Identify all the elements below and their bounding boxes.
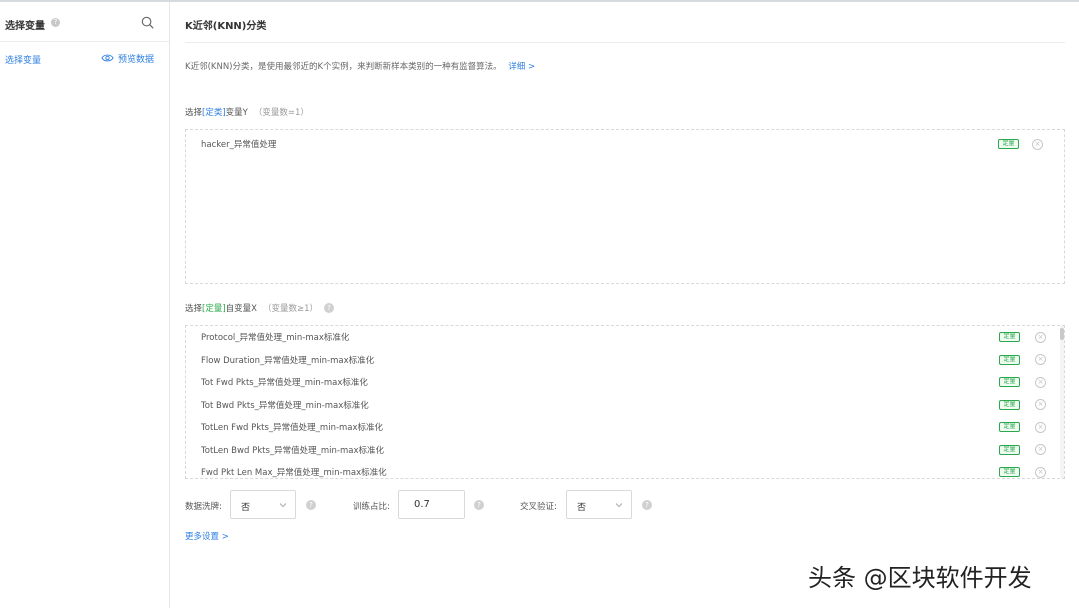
train-ratio-input[interactable]: 0.7: [398, 490, 465, 519]
x-variable-dropzone[interactable]: Protocol_异常值处理_min-max标准化 定量 × Flow Dura…: [185, 325, 1065, 479]
eye-icon: [101, 54, 114, 62]
chevron-down-icon: [279, 503, 287, 508]
remove-icon[interactable]: ×: [1035, 466, 1046, 478]
train-ratio-label: 训练占比:: [353, 502, 390, 512]
y-section-label: 选择 [定类] 变量Y （变量数=1）: [185, 106, 309, 118]
x-prefix: 选择: [185, 304, 203, 314]
variable-name: hacker_异常值处理: [201, 140, 277, 151]
remove-icon[interactable]: ×: [1035, 444, 1046, 456]
y-variable-dropzone[interactable]: hacker_异常值处理 定量 ×: [185, 129, 1065, 284]
list-item: hacker_异常值处理 定量 ×: [186, 133, 1064, 156]
list-item: Protocol_异常值处理_min-max标准化 定量 ×: [186, 326, 1064, 349]
quantitative-badge: 定量: [998, 139, 1019, 150]
quantitative-badge: 定量: [999, 399, 1020, 410]
scrollbar-thumb[interactable]: [1060, 328, 1064, 340]
x-section-label: 选择 [定量] 自变量X （变量数≥1） ?: [185, 302, 335, 314]
cross-validation-help-icon[interactable]: ?: [642, 500, 652, 510]
main-panel: K近邻(KNN)分类 K近邻(KNN)分类，是使用最邻近的K个实例，来判断新样本…: [170, 2, 1079, 608]
cross-validation-label: 交叉验证:: [520, 502, 557, 512]
remove-icon[interactable]: ×: [1035, 421, 1046, 433]
y-count: （变量数=1）: [253, 108, 309, 118]
more-settings-link[interactable]: 更多设置 >: [185, 530, 229, 542]
quantitative-badge: 定量: [999, 377, 1020, 388]
list-item: TotLen Fwd Pkts_异常值处理_min-max标准化 定量 ×: [186, 416, 1064, 439]
quantitative-badge: 定量: [999, 422, 1020, 433]
chevron-down-icon: [615, 503, 623, 508]
list-item: TotLen Bwd Pkts_异常值处理_min-max标准化 定量 ×: [186, 439, 1064, 462]
variable-name: TotLen Fwd Pkts_异常值处理_min-max标准化: [201, 423, 384, 434]
preview-data-label: 预览数据: [118, 54, 155, 65]
remove-icon[interactable]: ×: [1035, 376, 1046, 388]
x-label: 自变量X: [225, 304, 257, 314]
variable-sidebar: 选择变量 ? 选择变量 预览数据: [0, 2, 170, 608]
preview-data-button[interactable]: 预览数据: [101, 52, 155, 65]
sidebar-help-icon[interactable]: ?: [51, 18, 60, 27]
quantitative-badge: 定量: [999, 444, 1020, 455]
variable-name: Tot Fwd Pkts_异常值处理_min-max标准化: [201, 378, 368, 389]
shuffle-value: 否: [241, 503, 251, 513]
y-type-tag: [定类]: [202, 108, 226, 118]
train-ratio-help-icon[interactable]: ?: [474, 500, 484, 510]
quantitative-badge: 定量: [999, 354, 1020, 365]
variable-name: Protocol_异常值处理_min-max标准化: [201, 333, 350, 344]
page-title: K近邻(KNN)分类: [185, 21, 267, 32]
quantitative-badge: 定量: [999, 332, 1020, 343]
list-item: Flow Duration_异常值处理_min-max标准化 定量 ×: [186, 349, 1064, 372]
x-type-tag: [定量]: [202, 304, 226, 314]
variable-name: Tot Bwd Pkts_异常值处理_min-max标准化: [201, 400, 369, 411]
cross-validation-select[interactable]: 否: [566, 490, 632, 519]
variable-name: Fwd Pkt Len Max_异常值处理_min-max标准化: [201, 468, 387, 479]
tab-select-variables[interactable]: 选择变量: [5, 53, 41, 66]
remove-icon[interactable]: ×: [1035, 354, 1046, 366]
x-count: （变量数≥1）: [262, 304, 319, 314]
remove-icon[interactable]: ×: [1032, 138, 1043, 150]
list-item: Tot Bwd Pkts_异常值处理_min-max标准化 定量 ×: [186, 394, 1064, 417]
remove-icon[interactable]: ×: [1035, 399, 1046, 411]
variable-name: Flow Duration_异常值处理_min-max标准化: [201, 355, 375, 366]
remove-icon[interactable]: ×: [1035, 331, 1046, 343]
list-scrollbar[interactable]: [1060, 326, 1064, 478]
x-help-icon[interactable]: ?: [324, 303, 335, 313]
detail-link[interactable]: 详细 >: [508, 62, 535, 72]
search-icon[interactable]: [141, 16, 154, 29]
y-prefix: 选择: [185, 108, 203, 118]
settings-row: 数据洗牌: 否 ? 训练占比: 0.7 ? 交叉验证: 否 ?: [185, 490, 1065, 520]
quantitative-badge: 定量: [999, 467, 1020, 478]
algorithm-description: K近邻(KNN)分类，是使用最邻近的K个实例，来判断新样本类别的一种有监督算法。…: [185, 60, 535, 72]
sidebar-header: 选择变量 ?: [0, 2, 169, 42]
description-text: K近邻(KNN)分类，是使用最邻近的K个实例，来判断新样本类别的一种有监督算法。: [185, 62, 502, 72]
y-label: 变量Y: [225, 108, 248, 118]
list-item: Fwd Pkt Len Max_异常值处理_min-max标准化 定量 ×: [186, 461, 1064, 479]
shuffle-help-icon[interactable]: ?: [306, 500, 316, 510]
variable-name: TotLen Bwd Pkts_异常值处理_min-max标准化: [201, 445, 384, 456]
shuffle-label: 数据洗牌:: [185, 502, 222, 512]
title-divider: [185, 42, 1065, 43]
sidebar-title: 选择变量: [5, 21, 45, 32]
shuffle-select[interactable]: 否: [230, 490, 296, 519]
watermark: 头条 @区块软件开发: [808, 564, 1032, 592]
cross-validation-value: 否: [577, 503, 587, 513]
list-item: Tot Fwd Pkts_异常值处理_min-max标准化 定量 ×: [186, 371, 1064, 394]
